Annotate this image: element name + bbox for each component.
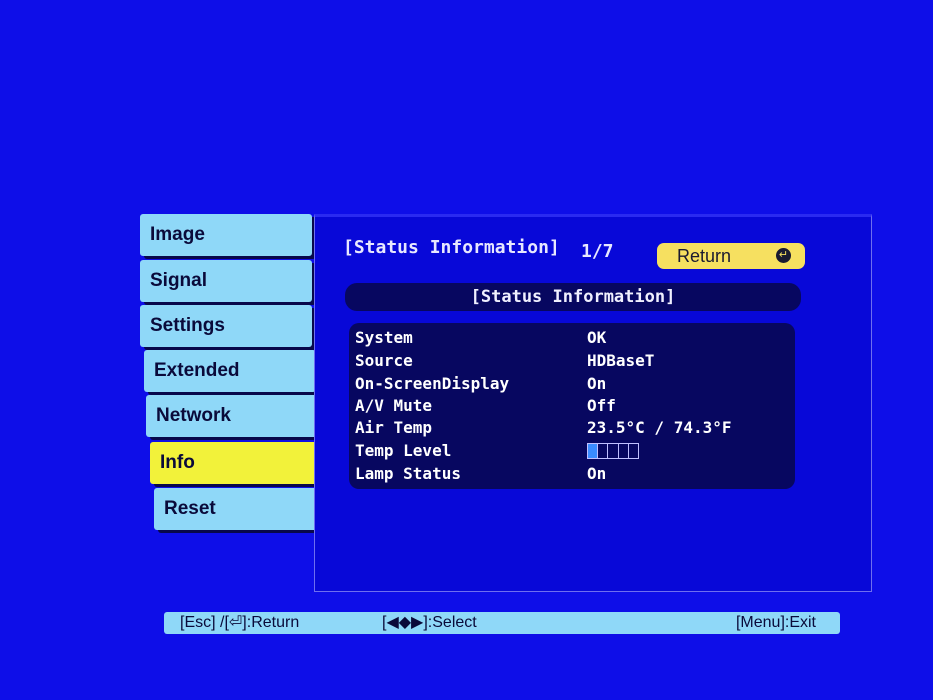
- return-button[interactable]: Return ↵: [657, 243, 805, 269]
- status-label: Temp Level: [355, 441, 452, 460]
- status-label: System: [355, 328, 413, 347]
- status-row-system: System OK: [355, 327, 785, 349]
- status-row-air-temp: Air Temp 23.5°C / 74.3°F: [355, 417, 785, 439]
- temp-level-segment: [629, 444, 638, 458]
- temp-level-segment: [619, 444, 629, 458]
- menu-item-info[interactable]: Info: [150, 442, 334, 484]
- status-value: Off: [587, 396, 616, 415]
- menu-item-image[interactable]: Image: [140, 214, 312, 256]
- menu-item-label: Signal: [150, 270, 208, 291]
- menu-item-label: Reset: [164, 498, 216, 519]
- status-value: OK: [587, 328, 607, 347]
- status-value: On: [587, 374, 607, 393]
- status-label: Air Temp: [355, 418, 433, 437]
- status-value: On: [587, 464, 607, 483]
- status-row-temp-level: Temp Level: [355, 440, 785, 462]
- status-row-av-mute: A/V Mute Off: [355, 395, 785, 417]
- page-indicator: 1/7: [581, 241, 614, 262]
- return-label: Return: [677, 246, 732, 266]
- menu-item-label: Info: [160, 452, 195, 473]
- status-label: Lamp Status: [355, 464, 461, 483]
- panel-title: [Status Information]: [343, 237, 560, 258]
- status-label: Source: [355, 351, 413, 370]
- menu-item-signal[interactable]: Signal: [140, 260, 312, 302]
- temp-level-gauge: [587, 443, 639, 459]
- section-title: [Status Information]: [345, 283, 801, 311]
- menu-item-label: Settings: [150, 315, 225, 336]
- menu-item-extended[interactable]: Extended: [144, 350, 316, 392]
- menu-item-settings[interactable]: Settings: [140, 305, 312, 347]
- temp-level-segment: [598, 444, 609, 458]
- menu-item-network[interactable]: Network: [146, 395, 318, 437]
- status-row-lamp: Lamp Status On: [355, 463, 785, 485]
- menu-item-label: Extended: [154, 360, 240, 381]
- menu-item-label: Image: [150, 224, 205, 245]
- return-icon: ↵: [776, 248, 791, 263]
- status-panel: [Status Information] 1/7 Return ↵ [Statu…: [314, 214, 872, 592]
- status-row-osd: On-ScreenDisplay On: [355, 373, 785, 395]
- status-value: 23.5°C / 74.3°F: [587, 418, 732, 437]
- footer-hints: [Esc] /[⏎]:Return [◀◆▶]:Select [Menu]:Ex…: [164, 612, 840, 634]
- menu-item-label: Network: [156, 405, 231, 426]
- status-label: On-ScreenDisplay: [355, 374, 510, 393]
- status-list: System OK Source HDBaseT On-ScreenDispla…: [349, 323, 795, 489]
- status-row-source: Source HDBaseT: [355, 350, 785, 372]
- temp-level-segment: [588, 444, 599, 458]
- hint-exit: [Menu]:Exit: [735, 614, 816, 631]
- status-label: A/V Mute: [355, 396, 433, 415]
- hint-return: [Esc] /[⏎]:Return: [180, 614, 300, 631]
- status-value: HDBaseT: [587, 351, 655, 370]
- hint-select: [◀◆▶]:Select: [382, 614, 477, 631]
- menu-item-reset[interactable]: Reset: [154, 488, 326, 530]
- temp-level-segment: [608, 444, 619, 458]
